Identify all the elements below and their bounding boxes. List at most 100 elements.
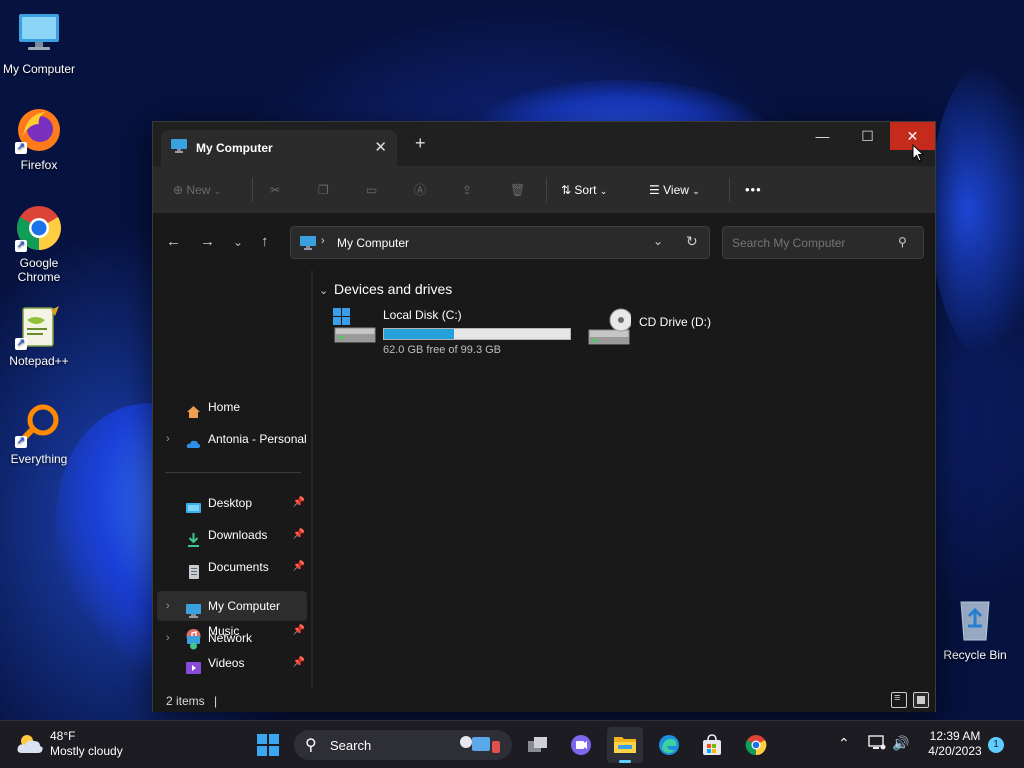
monitor-icon bbox=[186, 599, 201, 618]
recent-locations-button[interactable]: ⌄ bbox=[233, 232, 243, 252]
paste-button[interactable]: ▭ bbox=[366, 178, 377, 202]
desktop-icon-everything[interactable]: ↗ Everything bbox=[1, 400, 77, 466]
chevron-right-icon[interactable]: › bbox=[166, 424, 170, 454]
nav-home[interactable]: Home bbox=[157, 392, 307, 422]
clipboard-icon: ▭ bbox=[366, 183, 378, 197]
address-dropdown-icon[interactable]: ⌄ bbox=[653, 234, 663, 248]
video-icon bbox=[186, 656, 201, 674]
chevron-up-icon: ⌃ bbox=[838, 735, 850, 751]
share-button[interactable]: ⇪ bbox=[462, 178, 472, 202]
nav-downloads[interactable]: Downloads 📌 bbox=[157, 520, 307, 550]
chrome-taskbar-button[interactable] bbox=[738, 727, 774, 763]
desktop-icon-recycle-bin[interactable]: Recycle Bin bbox=[937, 596, 1013, 662]
search-icon: ⚲ bbox=[898, 235, 907, 249]
arrow-left-icon: ← bbox=[166, 233, 181, 250]
pin-icon[interactable]: 📌 bbox=[293, 488, 305, 518]
nav-divider bbox=[165, 472, 301, 473]
more-options-button[interactable]: ••• bbox=[745, 178, 762, 202]
rename-button[interactable]: Ⓐ bbox=[414, 178, 426, 202]
nav-onedrive[interactable]: › Antonia - Personal bbox=[157, 424, 307, 454]
item-count: 2 items | bbox=[166, 694, 217, 708]
pin-icon[interactable]: 📌 bbox=[293, 520, 305, 550]
address-row: ← → ⌄ ↑ › My Computer ⌄ ↻ ⚲ bbox=[153, 214, 935, 270]
drive-name: CD Drive (D:) bbox=[639, 315, 711, 329]
arrow-up-icon: ↑ bbox=[261, 233, 269, 250]
chevron-right-icon[interactable]: › bbox=[166, 623, 170, 653]
more-icon: ••• bbox=[745, 182, 762, 197]
file-explorer-taskbar-button[interactable] bbox=[607, 727, 643, 763]
breadcrumb[interactable]: My Computer bbox=[337, 236, 409, 250]
drive-local-disk-c[interactable]: Local Disk (C:) 62.0 GB free of 99.3 GB bbox=[333, 306, 577, 356]
monitor-icon bbox=[15, 10, 63, 58]
view-button[interactable]: ☰ View ⌄ bbox=[649, 178, 700, 202]
title-bar[interactable]: My Computer ✕ + — ☐ ✕ bbox=[153, 122, 935, 166]
chevron-down-icon: ⌄ bbox=[213, 186, 222, 196]
new-button[interactable]: ⊕ New ⌄ bbox=[173, 178, 221, 202]
desktop-icon-notepad-plus-plus[interactable]: ↗ Notepad++ bbox=[1, 302, 77, 368]
status-cursor: | bbox=[214, 694, 218, 708]
cut-button[interactable]: ✂ bbox=[270, 178, 280, 202]
nav-network[interactable]: › Network bbox=[157, 623, 307, 653]
home-icon bbox=[186, 400, 201, 418]
tiles-view-icon bbox=[917, 696, 925, 704]
share-icon: ⇪ bbox=[462, 183, 473, 197]
up-button[interactable]: ↑ bbox=[261, 232, 269, 252]
scissors-icon: ✂ bbox=[270, 183, 281, 197]
maximize-button[interactable]: ☐ bbox=[845, 122, 890, 150]
taskbar-search[interactable]: ⚲ Search bbox=[294, 730, 512, 760]
details-view-icon: ≡ bbox=[894, 692, 901, 704]
desktop-icon-my-computer[interactable]: My Computer bbox=[1, 10, 77, 76]
clock[interactable]: 12:39 AM 4/20/2023 bbox=[926, 729, 984, 759]
plus-circle-icon: ⊕ bbox=[173, 183, 184, 197]
new-tab-button[interactable]: + bbox=[415, 134, 426, 152]
refresh-icon[interactable]: ↻ bbox=[686, 233, 698, 250]
edge-button[interactable] bbox=[651, 727, 687, 763]
nav-my-computer[interactable]: › My Computer bbox=[157, 591, 307, 621]
store-button[interactable] bbox=[694, 727, 730, 763]
volume-icon[interactable]: 🔊 bbox=[892, 735, 909, 752]
chat-button[interactable] bbox=[563, 727, 599, 763]
minimize-icon: — bbox=[815, 128, 830, 144]
details-view-button[interactable]: ≡ bbox=[891, 692, 907, 708]
weather-condition: Mostly cloudy bbox=[50, 744, 123, 758]
desktop-icon-label: Google Chrome bbox=[17, 256, 61, 284]
chevron-down-icon: ⌄ bbox=[319, 285, 329, 297]
wallpaper-bloom bbox=[930, 60, 1024, 360]
tiles-view-button[interactable] bbox=[913, 692, 929, 708]
taskbar-search-label: Search bbox=[330, 738, 372, 753]
task-view-button[interactable] bbox=[520, 727, 556, 763]
pin-icon[interactable]: 📌 bbox=[293, 552, 305, 582]
mouse-cursor-icon bbox=[912, 143, 925, 165]
forward-button[interactable]: → bbox=[200, 232, 215, 252]
search-input[interactable] bbox=[722, 226, 924, 259]
desktop-icon-firefox[interactable]: ↗ Firefox bbox=[1, 106, 77, 172]
rename-icon: Ⓐ bbox=[414, 183, 427, 197]
group-header-devices[interactable]: ⌄ Devices and drives bbox=[319, 281, 452, 297]
tab-my-computer[interactable]: My Computer ✕ bbox=[161, 130, 397, 166]
drive-cd-d[interactable]: CD Drive (D:) bbox=[587, 306, 747, 352]
taskbar: 48°F Mostly cloudy ⚲ Search ⌃ 🔊 12:39 AM… bbox=[0, 720, 1024, 768]
close-tab-icon[interactable]: ✕ bbox=[374, 138, 387, 156]
desktop-icon-label: Firefox bbox=[20, 158, 58, 172]
copy-button[interactable]: ❐ bbox=[318, 178, 329, 202]
address-bar[interactable]: › My Computer ⌄ ↻ bbox=[290, 226, 710, 259]
notification-badge[interactable]: 1 bbox=[988, 737, 1004, 753]
minimize-button[interactable]: — bbox=[800, 122, 845, 150]
pane-divider[interactable] bbox=[311, 270, 313, 688]
network-status-icon[interactable] bbox=[868, 735, 886, 754]
nav-desktop[interactable]: Desktop 📌 bbox=[157, 488, 307, 518]
sort-button[interactable]: ⇅ Sort ⌄ bbox=[561, 178, 607, 202]
toolbar-divider bbox=[729, 178, 730, 202]
nav-label: Documents bbox=[208, 560, 269, 574]
new-button-label: New bbox=[186, 183, 211, 197]
desktop-icon-chrome[interactable]: ↗ Google Chrome bbox=[1, 204, 77, 284]
start-button[interactable] bbox=[250, 727, 286, 763]
task-view-icon bbox=[528, 736, 548, 757]
show-hidden-icons-button[interactable]: ⌃ bbox=[838, 735, 850, 752]
nav-documents[interactable]: Documents 📌 bbox=[157, 552, 307, 582]
file-explorer-window: My Computer ✕ + — ☐ ✕ ⊕ New ⌄ ✂ ❐ ▭ Ⓐ ⇪ … bbox=[152, 121, 936, 712]
weather-temperature: 48°F bbox=[50, 729, 76, 743]
delete-button[interactable]: 🗑 bbox=[510, 178, 525, 202]
chevron-right-icon[interactable]: › bbox=[166, 591, 170, 621]
back-button[interactable]: ← bbox=[166, 232, 181, 252]
